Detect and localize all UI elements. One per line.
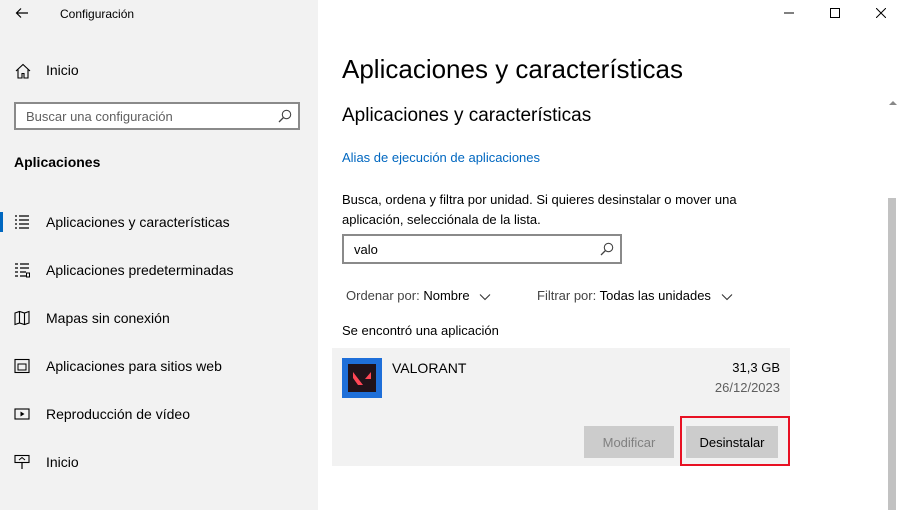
filter-value: Todas las unidades: [599, 288, 711, 303]
close-button[interactable]: [858, 0, 901, 28]
sidebar-item-label: Reproducción de vídeo: [46, 406, 190, 422]
app-execution-alias-link[interactable]: Alias de ejecución de aplicaciones: [342, 150, 540, 165]
uninstall-button[interactable]: Desinstalar: [686, 426, 778, 458]
scrollbar-thumb[interactable]: [888, 198, 896, 510]
sidebar-item-offline-maps[interactable]: Mapas sin conexión: [0, 300, 318, 336]
app-search-input[interactable]: [344, 236, 594, 262]
sidebar-item-default-apps[interactable]: Aplicaciones predeterminadas: [0, 252, 318, 288]
modify-button[interactable]: Modificar: [584, 426, 674, 458]
valorant-app-icon: [342, 358, 382, 398]
app-name: VALORANT: [392, 360, 467, 376]
settings-search-input[interactable]: [16, 104, 276, 128]
sidebar-item-label: Aplicaciones y características: [46, 214, 230, 230]
sidebar-item-website-apps[interactable]: Aplicaciones para sitios web: [0, 348, 318, 384]
main-content: Aplicaciones y características Aplicacio…: [318, 0, 901, 510]
page-title: Aplicaciones y características: [342, 54, 684, 84]
default-apps-icon: [14, 262, 30, 278]
sidebar-item-label: Mapas sin conexión: [46, 310, 170, 326]
chevron-down-icon: [721, 289, 733, 304]
sidebar-item-label: Aplicaciones predeterminadas: [46, 262, 234, 278]
drive-filter-dropdown[interactable]: Filtrar por: Todas las unidades: [537, 288, 733, 304]
search-icon[interactable]: [278, 109, 292, 123]
app-install-date: 26/12/2023: [714, 380, 780, 395]
sidebar-section-title: Aplicaciones: [14, 154, 101, 170]
home-icon: [14, 63, 32, 79]
sidebar-home-label: Inicio: [46, 62, 79, 78]
search-icon[interactable]: [600, 242, 614, 256]
description-text: Busca, ordena y filtra por unidad. Si qu…: [342, 192, 737, 227]
video-icon: [14, 406, 30, 422]
sidebar: Configuración Inicio Aplicaciones Aplica…: [0, 0, 318, 510]
sidebar-item-label: Aplicaciones para sitios web: [46, 358, 222, 374]
website-icon: [14, 358, 30, 374]
app-list-item[interactable]: VALORANT 31,3 GB 26/12/2023 Modificar De…: [332, 348, 790, 466]
sidebar-item-label: Inicio: [46, 454, 79, 470]
sidebar-item-video-playback[interactable]: Reproducción de vídeo: [0, 396, 318, 432]
settings-search-box[interactable]: [14, 102, 300, 130]
section-subtitle: Aplicaciones y características: [342, 105, 592, 126]
sort-dropdown[interactable]: Ordenar por: Nombre: [346, 288, 491, 304]
minimize-button[interactable]: [766, 0, 812, 28]
app-search-box[interactable]: [342, 234, 622, 264]
chevron-down-icon: [479, 289, 491, 304]
scroll-up-icon: [888, 94, 898, 112]
maximize-button[interactable]: [812, 0, 858, 28]
results-count-text: Se encontró una aplicación: [342, 323, 499, 338]
sort-label: Ordenar por:: [346, 288, 420, 303]
window-title: Configuración: [60, 7, 135, 21]
back-arrow-icon[interactable]: [14, 5, 30, 21]
sidebar-item-apps-features[interactable]: Aplicaciones y características: [0, 204, 318, 240]
app-size: 31,3 GB: [732, 360, 780, 375]
startup-icon: [14, 454, 30, 470]
sidebar-home[interactable]: Inicio: [0, 56, 318, 86]
list-icon: [14, 214, 30, 230]
sidebar-item-startup[interactable]: Inicio: [0, 444, 318, 480]
filter-label: Filtrar por:: [537, 288, 597, 303]
map-icon: [14, 310, 30, 326]
sort-value: Nombre: [423, 288, 470, 303]
